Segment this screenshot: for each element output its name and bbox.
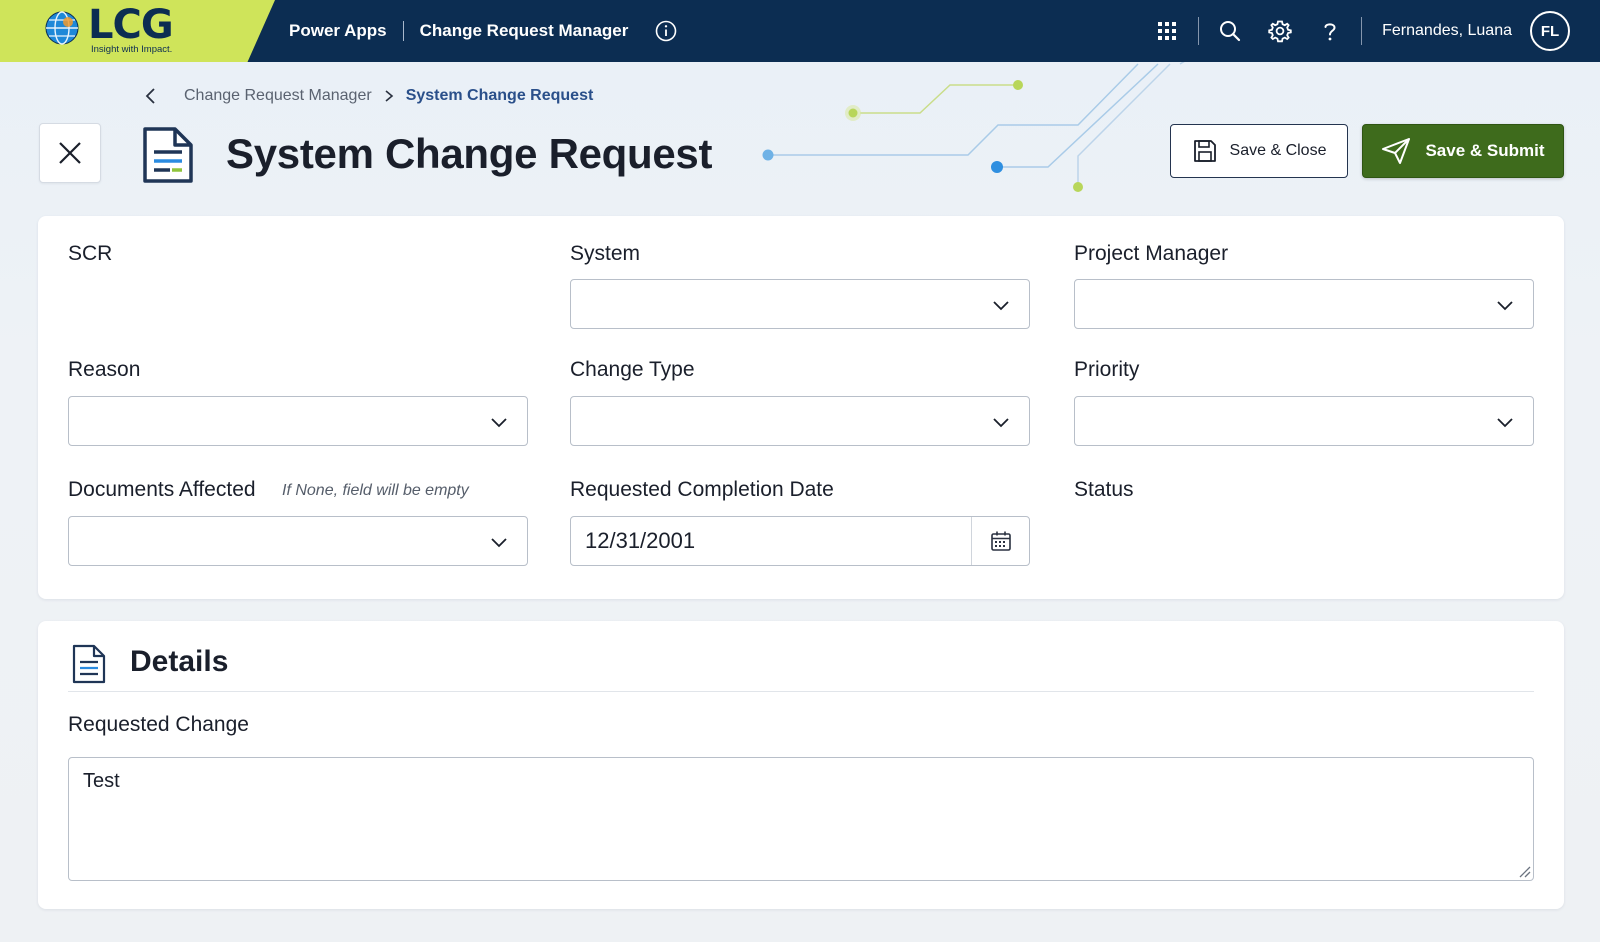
app-name-link[interactable]: Change Request Manager xyxy=(420,21,629,41)
scr-label: SCR xyxy=(68,242,113,265)
project-manager-label: Project Manager xyxy=(1074,242,1229,265)
document-icon xyxy=(143,127,193,183)
gear-icon[interactable] xyxy=(1267,18,1293,44)
breadcrumb: Change Request Manager System Change Req… xyxy=(142,84,593,108)
details-card: Details Requested Change Test xyxy=(38,621,1564,909)
search-icon[interactable] xyxy=(1217,18,1243,44)
user-name[interactable]: Fernandes, Luana xyxy=(1382,22,1512,40)
chevron-down-icon xyxy=(1497,301,1513,311)
close-button[interactable] xyxy=(39,123,101,183)
details-divider xyxy=(68,691,1534,692)
save-close-button[interactable]: Save & Close xyxy=(1170,124,1348,178)
breadcrumb-parent[interactable]: Change Request Manager xyxy=(184,87,372,105)
status-label: Status xyxy=(1074,478,1134,501)
close-icon xyxy=(59,142,81,164)
nav-divider xyxy=(402,21,404,41)
chevron-right-icon xyxy=(385,90,393,102)
priority-label: Priority xyxy=(1074,358,1140,381)
documents-affected-dropdown[interactable] xyxy=(68,516,528,566)
documents-affected-label: Documents Affected xyxy=(68,478,256,501)
chevron-down-icon xyxy=(491,538,507,548)
chevron-down-icon xyxy=(1497,418,1513,428)
save-close-label: Save & Close xyxy=(1229,142,1327,159)
system-label: System xyxy=(570,242,641,265)
waffle-icon[interactable] xyxy=(1154,18,1180,44)
save-icon xyxy=(1193,140,1216,162)
product-link[interactable]: Power Apps xyxy=(289,21,387,41)
chevron-down-icon xyxy=(491,418,507,428)
documents-affected-hint: If None, field will be empty xyxy=(282,482,469,499)
form-card: SCR System Project Manager Reason Change… xyxy=(38,216,1564,599)
top-right-controls: Fernandes, Luana FL xyxy=(1142,0,1570,62)
project-manager-dropdown[interactable] xyxy=(1074,279,1534,329)
change-type-dropdown[interactable] xyxy=(570,396,1030,446)
top-divider xyxy=(1198,17,1200,45)
app-nav: Power Apps Change Request Manager xyxy=(289,0,678,62)
calendar-icon xyxy=(990,531,1011,551)
send-icon xyxy=(1382,138,1411,164)
requested-change-textarea[interactable]: Test xyxy=(68,757,1534,881)
reason-dropdown[interactable] xyxy=(68,396,528,446)
requested-change-value: Test xyxy=(83,770,120,792)
resize-grip-icon[interactable] xyxy=(1517,864,1531,878)
globe-logo-icon xyxy=(45,11,79,45)
top-divider xyxy=(1361,17,1363,45)
brand-tagline: Insight with Impact. xyxy=(91,44,173,55)
back-chevron-icon[interactable] xyxy=(142,87,160,105)
chevron-down-icon xyxy=(993,418,1009,428)
system-dropdown[interactable] xyxy=(570,279,1030,329)
completion-date-label: Requested Completion Date xyxy=(570,478,834,501)
details-document-icon xyxy=(72,644,106,684)
change-type-label: Change Type xyxy=(570,358,695,381)
details-section-title: Details xyxy=(130,645,229,678)
breadcrumb-current: System Change Request xyxy=(405,87,594,104)
page-title: System Change Request xyxy=(226,130,713,177)
info-icon[interactable] xyxy=(654,19,678,43)
brand-name: LCG xyxy=(88,2,174,48)
top-bar: LCG Insight with Impact. Power Apps Chan… xyxy=(0,0,1600,62)
completion-date-value[interactable]: 12/31/2001 xyxy=(571,517,971,565)
help-icon[interactable] xyxy=(1317,18,1343,44)
circuit-decoration xyxy=(762,62,1185,192)
save-submit-label: Save & Submit xyxy=(1425,141,1545,160)
save-submit-button[interactable]: Save & Submit xyxy=(1362,124,1564,178)
date-picker-button[interactable] xyxy=(971,517,1029,565)
completion-date-input[interactable]: 12/31/2001 xyxy=(570,516,1030,566)
reason-label: Reason xyxy=(68,358,141,381)
requested-change-label: Requested Change xyxy=(68,713,249,736)
avatar[interactable]: FL xyxy=(1530,11,1570,51)
chevron-down-icon xyxy=(993,301,1009,311)
priority-dropdown[interactable] xyxy=(1074,396,1534,446)
